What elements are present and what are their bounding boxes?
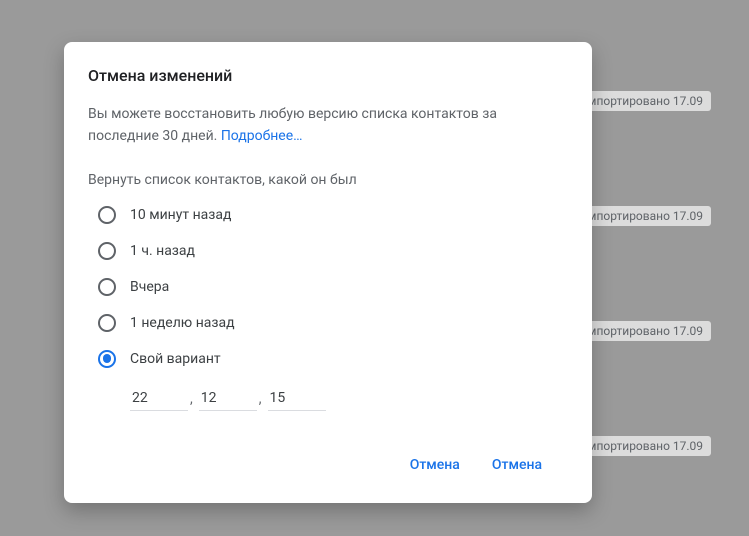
radio-label: 10 минут назад xyxy=(130,207,231,223)
import-badge: Импортировано 17.09 xyxy=(571,206,711,226)
radio-icon xyxy=(98,314,116,332)
custom-days-input[interactable] xyxy=(130,386,188,411)
radio-icon xyxy=(98,206,116,224)
radio-option-10min[interactable]: 10 минут назад xyxy=(98,206,568,224)
cancel-button[interactable]: Отмена xyxy=(406,451,464,479)
import-badge: Импортировано 17.09 xyxy=(571,91,711,111)
confirm-button[interactable]: Отмена xyxy=(488,451,546,479)
radio-option-yesterday[interactable]: Вчера xyxy=(98,278,568,296)
undo-changes-dialog: Отмена изменений Вы можете восстановить … xyxy=(64,42,592,503)
dialog-subtitle: Вернуть список контактов, какой он был xyxy=(88,172,568,188)
radio-label: 1 неделю назад xyxy=(130,315,235,331)
radio-icon xyxy=(98,242,116,260)
separator: , xyxy=(188,391,199,411)
custom-hours-input[interactable] xyxy=(199,386,257,411)
radio-label: 1 ч. назад xyxy=(130,243,195,259)
radio-option-1week[interactable]: 1 неделю назад xyxy=(98,314,568,332)
radio-option-custom[interactable]: Свой вариант xyxy=(98,350,568,368)
radio-label: Вчера xyxy=(130,279,169,295)
custom-minutes-input[interactable] xyxy=(268,386,326,411)
restore-options-group: 10 минут назад 1 ч. назад Вчера 1 неделю… xyxy=(88,206,568,368)
learn-more-link[interactable]: Подробнее… xyxy=(221,128,303,144)
radio-option-1hour[interactable]: 1 ч. назад xyxy=(98,242,568,260)
radio-icon xyxy=(98,278,116,296)
import-badge: Импортировано 17.09 xyxy=(571,321,711,341)
dialog-description: Вы можете восстановить любую версию спис… xyxy=(88,103,568,148)
import-badge: Импортировано 17.09 xyxy=(571,436,711,456)
custom-time-inputs: , , xyxy=(88,386,568,411)
separator: , xyxy=(257,391,268,411)
dialog-actions: Отмена Отмена xyxy=(88,451,568,485)
radio-icon xyxy=(98,350,116,368)
dialog-title: Отмена изменений xyxy=(88,66,568,85)
radio-label: Свой вариант xyxy=(130,351,221,367)
